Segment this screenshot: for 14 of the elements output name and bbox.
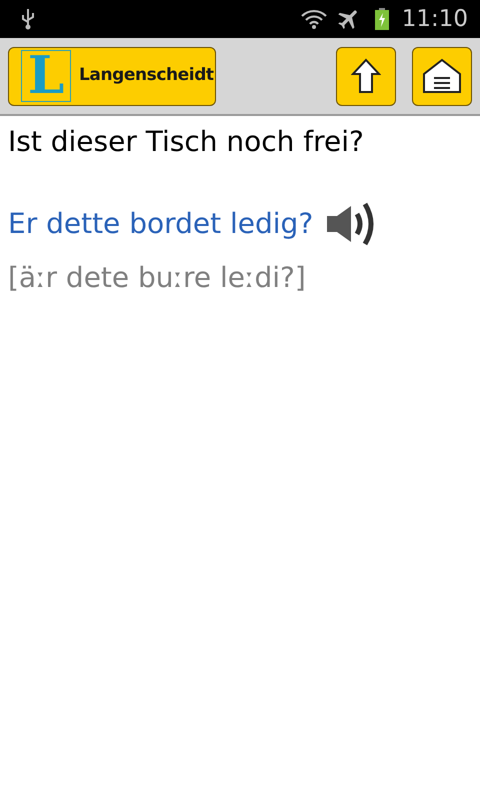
status-time: 11:10 xyxy=(402,4,468,34)
wifi-icon xyxy=(300,8,328,30)
up-button[interactable] xyxy=(336,46,396,106)
logo-letter: L xyxy=(21,50,71,102)
pronunciation-text: [äːr dete buːre leːdi?] xyxy=(8,260,307,296)
usb-icon xyxy=(20,7,36,31)
translation-phrase: Er dette bordet ledig? xyxy=(8,206,314,242)
home-button[interactable] xyxy=(412,46,472,106)
source-phrase: Ist dieser Tisch noch frei? xyxy=(8,124,365,160)
logo-text: Langenscheidt xyxy=(79,64,214,88)
home-icon xyxy=(422,58,462,94)
battery-icon xyxy=(374,7,390,31)
logo-button[interactable]: L Langenscheidt xyxy=(8,46,216,106)
up-arrow-icon xyxy=(351,58,381,94)
